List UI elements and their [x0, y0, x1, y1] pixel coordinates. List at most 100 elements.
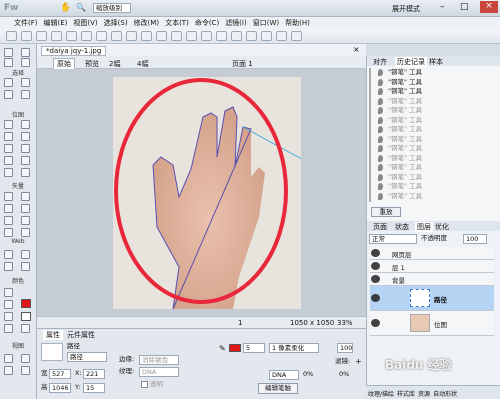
- menu-item-2[interactable]: 视图(V): [73, 17, 97, 30]
- tool-14-0-icon[interactable]: [4, 262, 13, 271]
- history-step[interactable]: "钢笔" 工具: [370, 182, 494, 192]
- y-field[interactable]: 15: [83, 383, 105, 393]
- tab-symbol-properties[interactable]: 元件属性: [67, 330, 95, 340]
- layer-web[interactable]: 网页层: [370, 247, 494, 260]
- tool-5-0-icon[interactable]: [4, 132, 13, 141]
- tool-5-1-icon[interactable]: [21, 132, 30, 141]
- replay-button[interactable]: 重放: [371, 207, 401, 217]
- workspace-select[interactable]: 缩放级别: [93, 3, 131, 13]
- tool-6-0-icon[interactable]: [4, 144, 13, 153]
- stroke-size-field[interactable]: 5: [243, 343, 265, 353]
- tab-align[interactable]: 对齐: [373, 57, 387, 67]
- transparent-checkbox[interactable]: [141, 381, 148, 388]
- rotate-icon[interactable]: [276, 31, 287, 41]
- texture-select[interactable]: DNA: [139, 367, 179, 377]
- tab-autoshapes[interactable]: 自动形状: [433, 389, 457, 398]
- send-back-icon[interactable]: [246, 31, 257, 41]
- tool-7-0-icon[interactable]: [4, 156, 13, 165]
- tab-swatches[interactable]: 样本: [429, 57, 443, 67]
- history-step[interactable]: "钢笔" 工具: [370, 87, 494, 97]
- hand-icon[interactable]: ✋: [60, 3, 71, 13]
- tool-8-0-icon[interactable]: [4, 168, 13, 177]
- new-icon[interactable]: [6, 31, 17, 41]
- canvas-area[interactable]: [37, 69, 366, 316]
- menu-item-9[interactable]: 帮助(H): [285, 17, 310, 30]
- view-4up-tab[interactable]: 4幅: [137, 59, 148, 69]
- history-step[interactable]: "钢笔" 工具: [370, 125, 494, 135]
- export-icon[interactable]: [66, 31, 77, 41]
- tool-0-1-icon[interactable]: [21, 48, 30, 57]
- workspace-mode[interactable]: 展开模式: [392, 4, 420, 14]
- undo-icon[interactable]: [96, 31, 107, 41]
- history-step[interactable]: "钢笔" 工具: [370, 116, 494, 126]
- width-field[interactable]: 527: [49, 369, 71, 379]
- bring-front-icon[interactable]: [231, 31, 242, 41]
- tool-3-0-icon[interactable]: [4, 90, 13, 99]
- edit-stroke-button[interactable]: 编辑笔触: [258, 383, 298, 394]
- join-icon[interactable]: [201, 31, 212, 41]
- fill-color-swatch[interactable]: [21, 312, 31, 321]
- tool-18-1-icon[interactable]: [21, 324, 30, 333]
- layer-background[interactable]: 背景: [370, 273, 494, 286]
- zoom-icon[interactable]: 🔍: [76, 3, 86, 12]
- view-2up-tab[interactable]: 2幅: [109, 59, 120, 69]
- stroke-texture-select[interactable]: DNA: [269, 370, 299, 380]
- tool-20-1-icon[interactable]: [21, 366, 30, 375]
- edge-select[interactable]: 消除锯齿: [139, 355, 179, 365]
- tool-9-1-icon[interactable]: [21, 192, 30, 201]
- menu-item-5[interactable]: 文本(T): [165, 17, 189, 30]
- tool-11-1-icon[interactable]: [21, 216, 30, 225]
- tool-3-1-icon[interactable]: [21, 90, 30, 99]
- tool-2-1-icon[interactable]: [21, 78, 30, 87]
- history-step[interactable]: "钢笔" 工具: [370, 97, 494, 107]
- layer-path[interactable]: 路径: [370, 286, 494, 311]
- stroke-edge-select[interactable]: 1 像素柔化: [269, 343, 319, 353]
- add-filter-icon[interactable]: +: [355, 357, 362, 366]
- menu-item-3[interactable]: 选择(S): [104, 17, 128, 30]
- page-label[interactable]: 页面 1: [232, 59, 253, 69]
- layer-opacity-field[interactable]: 100: [337, 343, 353, 353]
- height-field[interactable]: 1046: [49, 383, 71, 393]
- close-button[interactable]: ×: [480, 1, 498, 13]
- history-step[interactable]: "钢笔" 工具: [370, 154, 494, 164]
- menu-item-0[interactable]: 文件(F): [14, 17, 38, 30]
- history-step[interactable]: "钢笔" 工具: [370, 68, 494, 78]
- redo-icon[interactable]: [111, 31, 122, 41]
- tab-pages[interactable]: 页面: [373, 222, 387, 232]
- menu-item-4[interactable]: 修改(M): [134, 17, 160, 30]
- tool-13-1-icon[interactable]: [21, 250, 30, 259]
- tool-18-0-icon[interactable]: [4, 324, 13, 333]
- view-preview-tab[interactable]: 预览: [85, 59, 99, 69]
- tab-states[interactable]: 状态: [395, 222, 409, 232]
- object-name-field[interactable]: 路径: [67, 352, 107, 362]
- document-close-icon[interactable]: ×: [353, 45, 360, 54]
- document-tab[interactable]: *daiya jqy-1.jpg: [41, 46, 107, 56]
- tool-10-1-icon[interactable]: [21, 204, 30, 213]
- flip-icon[interactable]: [291, 31, 302, 41]
- print-icon[interactable]: [81, 31, 92, 41]
- tool-1-0-icon[interactable]: [4, 58, 13, 67]
- tool-7-1-icon[interactable]: [21, 156, 30, 165]
- history-step[interactable]: "钢笔" 工具: [370, 106, 494, 116]
- menu-item-7[interactable]: 滤镜(I): [225, 17, 247, 30]
- tool-0-0-icon[interactable]: [4, 48, 13, 57]
- tool-14-1-icon[interactable]: [21, 262, 30, 271]
- copy-icon[interactable]: [141, 31, 152, 41]
- tab-history[interactable]: 历史记录: [395, 57, 427, 67]
- x-field[interactable]: 221: [83, 369, 105, 379]
- tab-assets[interactable]: 资源: [418, 389, 430, 398]
- tool-8-1-icon[interactable]: [21, 168, 30, 177]
- history-step[interactable]: "钢笔" 工具: [370, 192, 494, 202]
- maximize-button[interactable]: □: [460, 2, 469, 12]
- ungroup-icon[interactable]: [186, 31, 197, 41]
- blend-mode-select[interactable]: 正常: [369, 234, 417, 244]
- stroke-color-swatch[interactable]: [21, 299, 31, 308]
- menu-item-1[interactable]: 编辑(E): [44, 17, 68, 30]
- tool-13-0-icon[interactable]: [4, 250, 13, 259]
- tool-20-0-icon[interactable]: [4, 366, 13, 375]
- tool-4-1-icon[interactable]: [21, 120, 30, 129]
- tool-12-0-icon[interactable]: [4, 228, 13, 237]
- history-step[interactable]: "钢笔" 工具: [370, 135, 494, 145]
- opacity-field[interactable]: 100: [463, 234, 487, 244]
- page-number[interactable]: 1: [238, 319, 242, 327]
